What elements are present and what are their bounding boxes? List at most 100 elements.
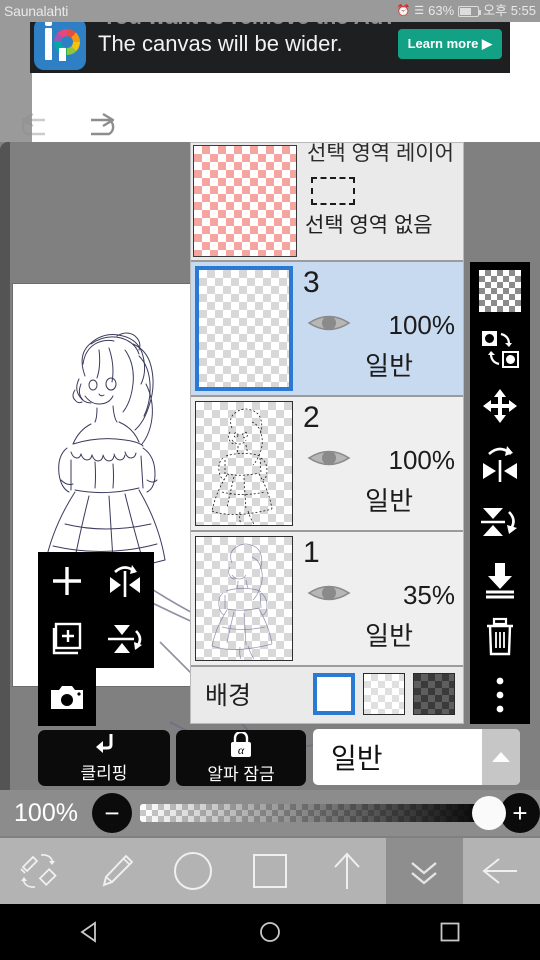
signal-icon: ☰ [414,5,425,17]
layers-panel[interactable]: 선택 영역 레이어 선택 영역 없음 3 100% 일반 2 100% 일반 1… [190,142,464,724]
opacity-decrease-button[interactable]: − [92,793,132,833]
ad-text-block: You want to remove the Ad? The canvas wi… [86,6,398,56]
status-bar-indicators: ⏰ ☰ 63% 오후 5:55 [397,0,536,22]
left-tool-empty-slot [96,668,154,726]
blend-mode-expand-button[interactable] [482,729,520,785]
move-layer-button[interactable] [470,378,530,436]
rotate-flip-horizontal-button[interactable] [470,435,530,493]
alarm-icon: ⏰ [396,5,411,17]
ad-learn-more-button[interactable]: Learn more ▶ [397,29,502,59]
swap-layers-button[interactable] [470,320,530,378]
selection-layer-title: 선택 영역 레이어 [307,142,454,165]
layer-info: 1 35% 일반 [293,532,463,665]
layer-blend-mode[interactable]: 일반 [365,616,413,653]
opacity-increase-button[interactable]: + [500,793,540,833]
ad-banner[interactable]: You want to remove the Ad? The canvas wi… [30,6,510,73]
delete-layer-button[interactable] [470,609,530,667]
layer-opacity[interactable]: 100% [389,310,456,341]
eye-icon [307,315,351,331]
layer-thumbnail-art [211,408,273,525]
logo-color-wheel [54,29,80,55]
layer-visibility-toggle[interactable] [307,310,351,341]
battery-icon [458,5,482,17]
rotate-flip-vertical-icon [481,507,517,536]
layer-up-button[interactable] [309,838,386,904]
add-layer-button[interactable] [38,552,96,610]
layer-blend-mode[interactable]: 일반 [365,346,413,383]
left-tool-row-2 [38,610,154,668]
layer-info: 2 100% 일반 [293,397,463,530]
undo-icon [21,112,45,136]
background-swatch-light-checker[interactable] [363,673,405,715]
camera-icon [51,686,83,709]
work-area-left-edge [0,142,10,790]
layer-name: 1 [303,536,320,569]
background-row[interactable]: 배경 [191,667,463,721]
background-label: 배경 [205,682,252,710]
layer-row[interactable]: 2 100% 일반 [191,397,463,532]
brush-button[interactable] [77,838,154,904]
opacity-value: 100% [14,798,78,827]
flip-horizontal-button[interactable] [96,552,154,610]
checkerboard-icon [479,269,521,312]
layer-thumbnail[interactable] [195,401,293,526]
ad-subline: The canvas will be wider. [98,31,343,56]
ibispaint-logo [34,18,86,70]
redo-button[interactable] [72,104,128,148]
rotate-flip-vertical-button[interactable] [470,493,530,551]
transparency-checker-button[interactable] [470,262,530,320]
blend-mode-value: 일반 [331,743,383,774]
flip-vertical-button[interactable] [96,610,154,668]
system-status-bar: Saunalahti ⏰ ☰ 63% 오후 5:55 [0,0,540,22]
background-swatch-white[interactable] [313,673,355,715]
double-chevron-down-icon [411,862,438,885]
arrow-left-icon [482,858,518,884]
android-navigation-bar [0,904,540,960]
layer-visibility-toggle[interactable] [307,445,351,476]
background-swatch-dark-checker[interactable] [413,673,455,715]
layer-name: 2 [303,401,320,434]
selection-layer-info: 선택 영역 레이어 선택 영역 없음 [297,143,463,260]
layer-thumbnail[interactable] [195,536,293,661]
android-recents-button[interactable] [420,904,480,960]
android-home-button[interactable] [240,904,300,960]
more-options-button[interactable] [470,666,530,724]
flip-vertical-icon [108,625,142,653]
brush-eraser-swap-icon [19,854,57,888]
flip-horizontal-icon [110,565,140,597]
brush-eraser-swap-button[interactable] [0,838,77,904]
layer-options-bar: 클리핑 α 알파 잠금 일반 [0,729,540,790]
app-root: 선택 영역 레이어 선택 영역 없음 3 100% 일반 2 100% 일반 1… [0,0,540,960]
collapse-panel-button[interactable] [385,838,463,904]
merge-down-icon [486,562,514,599]
clipping-button[interactable]: 클리핑 [38,730,170,786]
selection-status-text: 선택 영역 없음 [305,214,433,237]
merge-down-button[interactable] [470,551,530,609]
layer-visibility-toggle[interactable] [307,580,351,611]
layer-opacity[interactable]: 35% [403,580,455,611]
selection-layer-thumbnail[interactable] [193,145,297,257]
camera-button[interactable] [38,668,96,726]
back-button[interactable] [463,838,540,904]
undo-button[interactable] [8,104,64,148]
triangle-left-icon [80,921,96,943]
circle-icon [260,922,280,942]
circle-icon [173,852,212,890]
duplicate-layer-button[interactable] [38,610,96,668]
layer-row[interactable]: 3 100% 일반 [191,262,463,397]
circle-tool-button[interactable] [154,838,231,904]
layer-blend-mode[interactable]: 일반 [365,481,413,518]
selection-layer-row[interactable]: 선택 영역 레이어 선택 영역 없음 [191,143,463,262]
layer-opacity[interactable]: 100% [389,445,456,476]
android-back-button[interactable] [60,904,120,960]
blend-mode-select[interactable]: 일반 [313,729,520,785]
status-bar-clock: 오후 5:55 [483,3,536,18]
layer-thumbnail[interactable] [195,266,293,391]
square-tool-button[interactable] [231,838,308,904]
opacity-slider-track[interactable] [140,796,506,830]
rotate-flip-horizontal-icon [483,446,517,483]
layer-row[interactable]: 1 35% 일반 [191,532,463,667]
opacity-slider-knob[interactable] [472,796,506,830]
kebab-menu-icon [496,677,504,713]
alpha-lock-button[interactable]: α 알파 잠금 [176,730,306,786]
